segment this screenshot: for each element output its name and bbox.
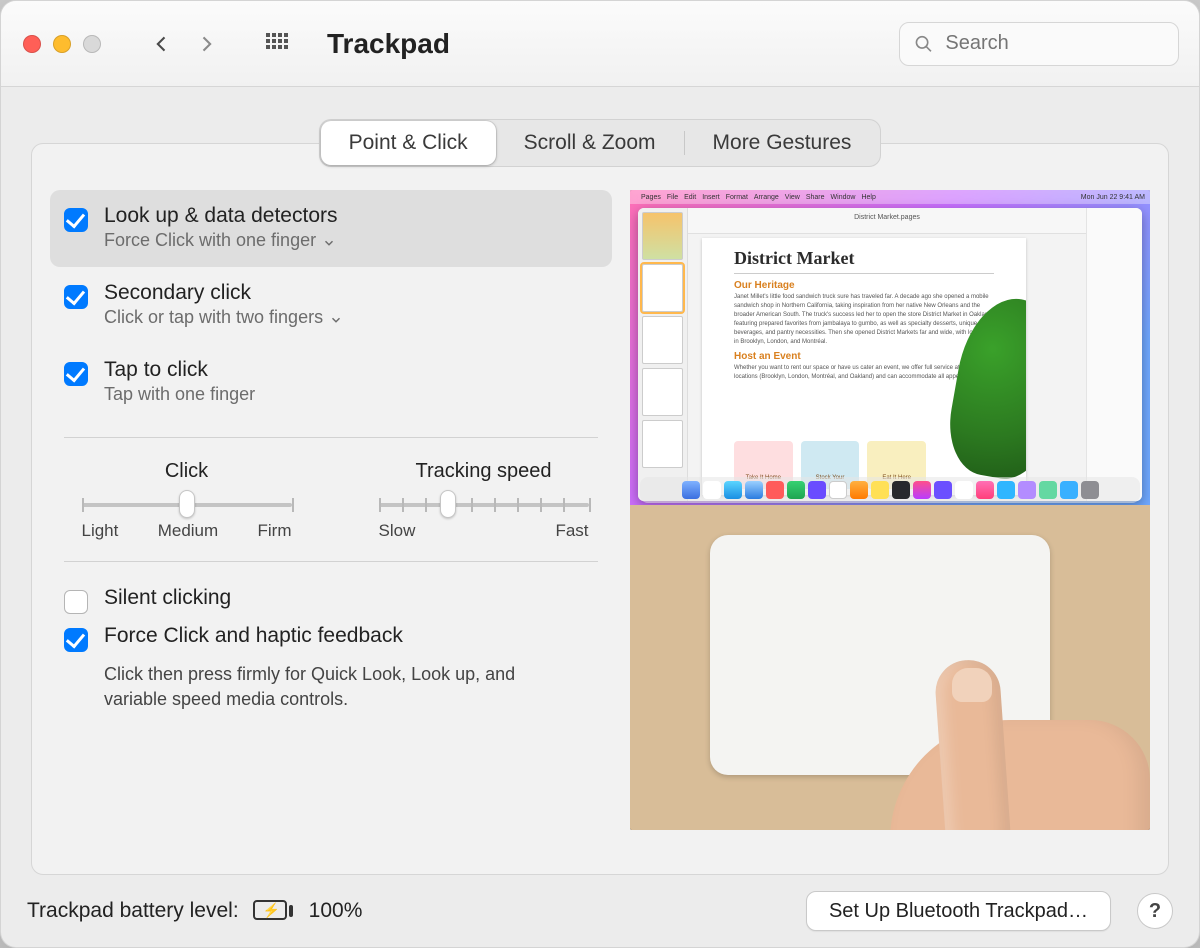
option-secondary-subtitle-dropdown[interactable]: Click or tap with two fingers (104, 307, 343, 328)
battery-percent: 100% (309, 899, 363, 923)
option-lookup-subtitle-dropdown[interactable]: Force Click with one finger (104, 230, 338, 251)
tab-scroll-and-zoom[interactable]: Scroll & Zoom (496, 121, 684, 165)
option-secondary-title: Secondary click (104, 281, 343, 305)
search-field[interactable] (899, 22, 1179, 66)
click-slider-group: Click Light Medium Firm (68, 460, 305, 541)
option-silent-clicking[interactable]: Silent clicking (64, 586, 598, 614)
click-slider[interactable] (82, 495, 292, 513)
click-slider-thumb[interactable] (179, 490, 195, 518)
option-force-click[interactable]: Force Click and haptic feedback (64, 624, 598, 652)
search-input[interactable] (943, 31, 1164, 56)
battery-icon: ⚡ (253, 900, 293, 922)
help-button[interactable]: ? (1137, 893, 1173, 929)
tab-point-and-click[interactable]: Point & Click (321, 121, 496, 165)
minimize-window-button[interactable] (53, 35, 71, 53)
preview-thumbnails (638, 208, 688, 501)
checkbox-secondary-click[interactable] (64, 285, 88, 309)
preview-heading-2: Host an Event (734, 351, 994, 362)
tracking-slider-group: Tracking speed Slow Fast (365, 460, 602, 541)
preview-desktop: PagesFileEditInsertFormatArrangeViewShar… (630, 190, 1150, 505)
checkbox-tap-to-click[interactable] (64, 362, 88, 386)
divider (64, 437, 598, 438)
nav-buttons (149, 31, 219, 57)
preview-para-1: Janet Millet's little food sandwich truc… (734, 293, 994, 347)
option-tap-to-click[interactable]: Tap to click Tap with one finger (50, 344, 612, 421)
prefs-window: Trackpad Point & Click Scroll & Zoom Mor… (0, 0, 1200, 948)
checkbox-force-click[interactable] (64, 628, 88, 652)
tracking-slider-labels: Slow Fast (379, 521, 589, 541)
silent-clicking-label: Silent clicking (104, 586, 231, 610)
segmented-control: Point & Click Scroll & Zoom More Gesture… (319, 119, 882, 167)
preview-heading-1: Our Heritage (734, 280, 994, 291)
preview-doc-title: District Market (734, 248, 994, 274)
preview-doc-filename: District Market.pages (854, 214, 920, 221)
zoom-window-button[interactable] (83, 35, 101, 53)
checkbox-silent-clicking[interactable] (64, 590, 88, 614)
grid-icon (265, 32, 289, 56)
preview-trackpad-area (630, 505, 1150, 830)
window-title: Trackpad (327, 28, 450, 60)
titlebar: Trackpad (1, 1, 1199, 87)
chevron-right-icon (196, 34, 216, 54)
preview-para-2: Whether you want to rent our space or ha… (734, 364, 994, 382)
divider (64, 561, 598, 562)
footer: Trackpad battery level: ⚡ 100% Set Up Bl… (1, 875, 1199, 947)
tracking-slider-title: Tracking speed (416, 460, 552, 483)
force-click-label: Force Click and haptic feedback (104, 624, 403, 648)
tracking-slider-thumb[interactable] (440, 490, 456, 518)
option-secondary-click[interactable]: Secondary click Click or tap with two fi… (50, 267, 612, 344)
show-all-button[interactable] (265, 32, 289, 56)
option-lookup[interactable]: Look up & data detectors Force Click wit… (50, 190, 612, 267)
main-panel: Look up & data detectors Force Click wit… (31, 143, 1169, 875)
search-icon (914, 33, 933, 55)
back-button[interactable] (149, 31, 175, 57)
close-window-button[interactable] (23, 35, 41, 53)
charging-bolt-icon: ⚡ (263, 902, 280, 919)
setup-bluetooth-trackpad-button[interactable]: Set Up Bluetooth Trackpad… (806, 891, 1111, 931)
preview-document: District Market Our Heritage Janet Mille… (702, 238, 1026, 495)
battery-label: Trackpad battery level: (27, 899, 239, 923)
tracking-slider[interactable] (379, 495, 589, 513)
chevron-down-icon (329, 311, 343, 325)
window-controls (23, 35, 101, 53)
preview-pages-window: District Market.pages District Market Ou… (638, 208, 1142, 501)
option-tap-title: Tap to click (104, 358, 255, 382)
click-slider-labels: Light Medium Firm (82, 521, 292, 541)
sliders-row: Click Light Medium Firm Tracking speed (50, 454, 612, 545)
forward-button[interactable] (193, 31, 219, 57)
preview-dock (640, 477, 1140, 503)
tab-bar: Point & Click Scroll & Zoom More Gesture… (1, 87, 1199, 167)
force-click-description: Click then press firmly for Quick Look, … (104, 662, 534, 712)
preview-hand (860, 660, 1120, 830)
gesture-preview: PagesFileEditInsertFormatArrangeViewShar… (630, 190, 1150, 830)
option-lookup-title: Look up & data detectors (104, 204, 338, 228)
checkbox-lookup[interactable] (64, 208, 88, 232)
chevron-left-icon (152, 34, 172, 54)
tab-more-gestures[interactable]: More Gestures (685, 121, 880, 165)
preview-menubar: PagesFileEditInsertFormatArrangeViewShar… (630, 190, 1150, 204)
options-column: Look up & data detectors Force Click wit… (50, 168, 612, 850)
click-slider-title: Click (165, 460, 208, 483)
option-tap-subtitle: Tap with one finger (104, 384, 255, 405)
chevron-down-icon (322, 234, 336, 248)
